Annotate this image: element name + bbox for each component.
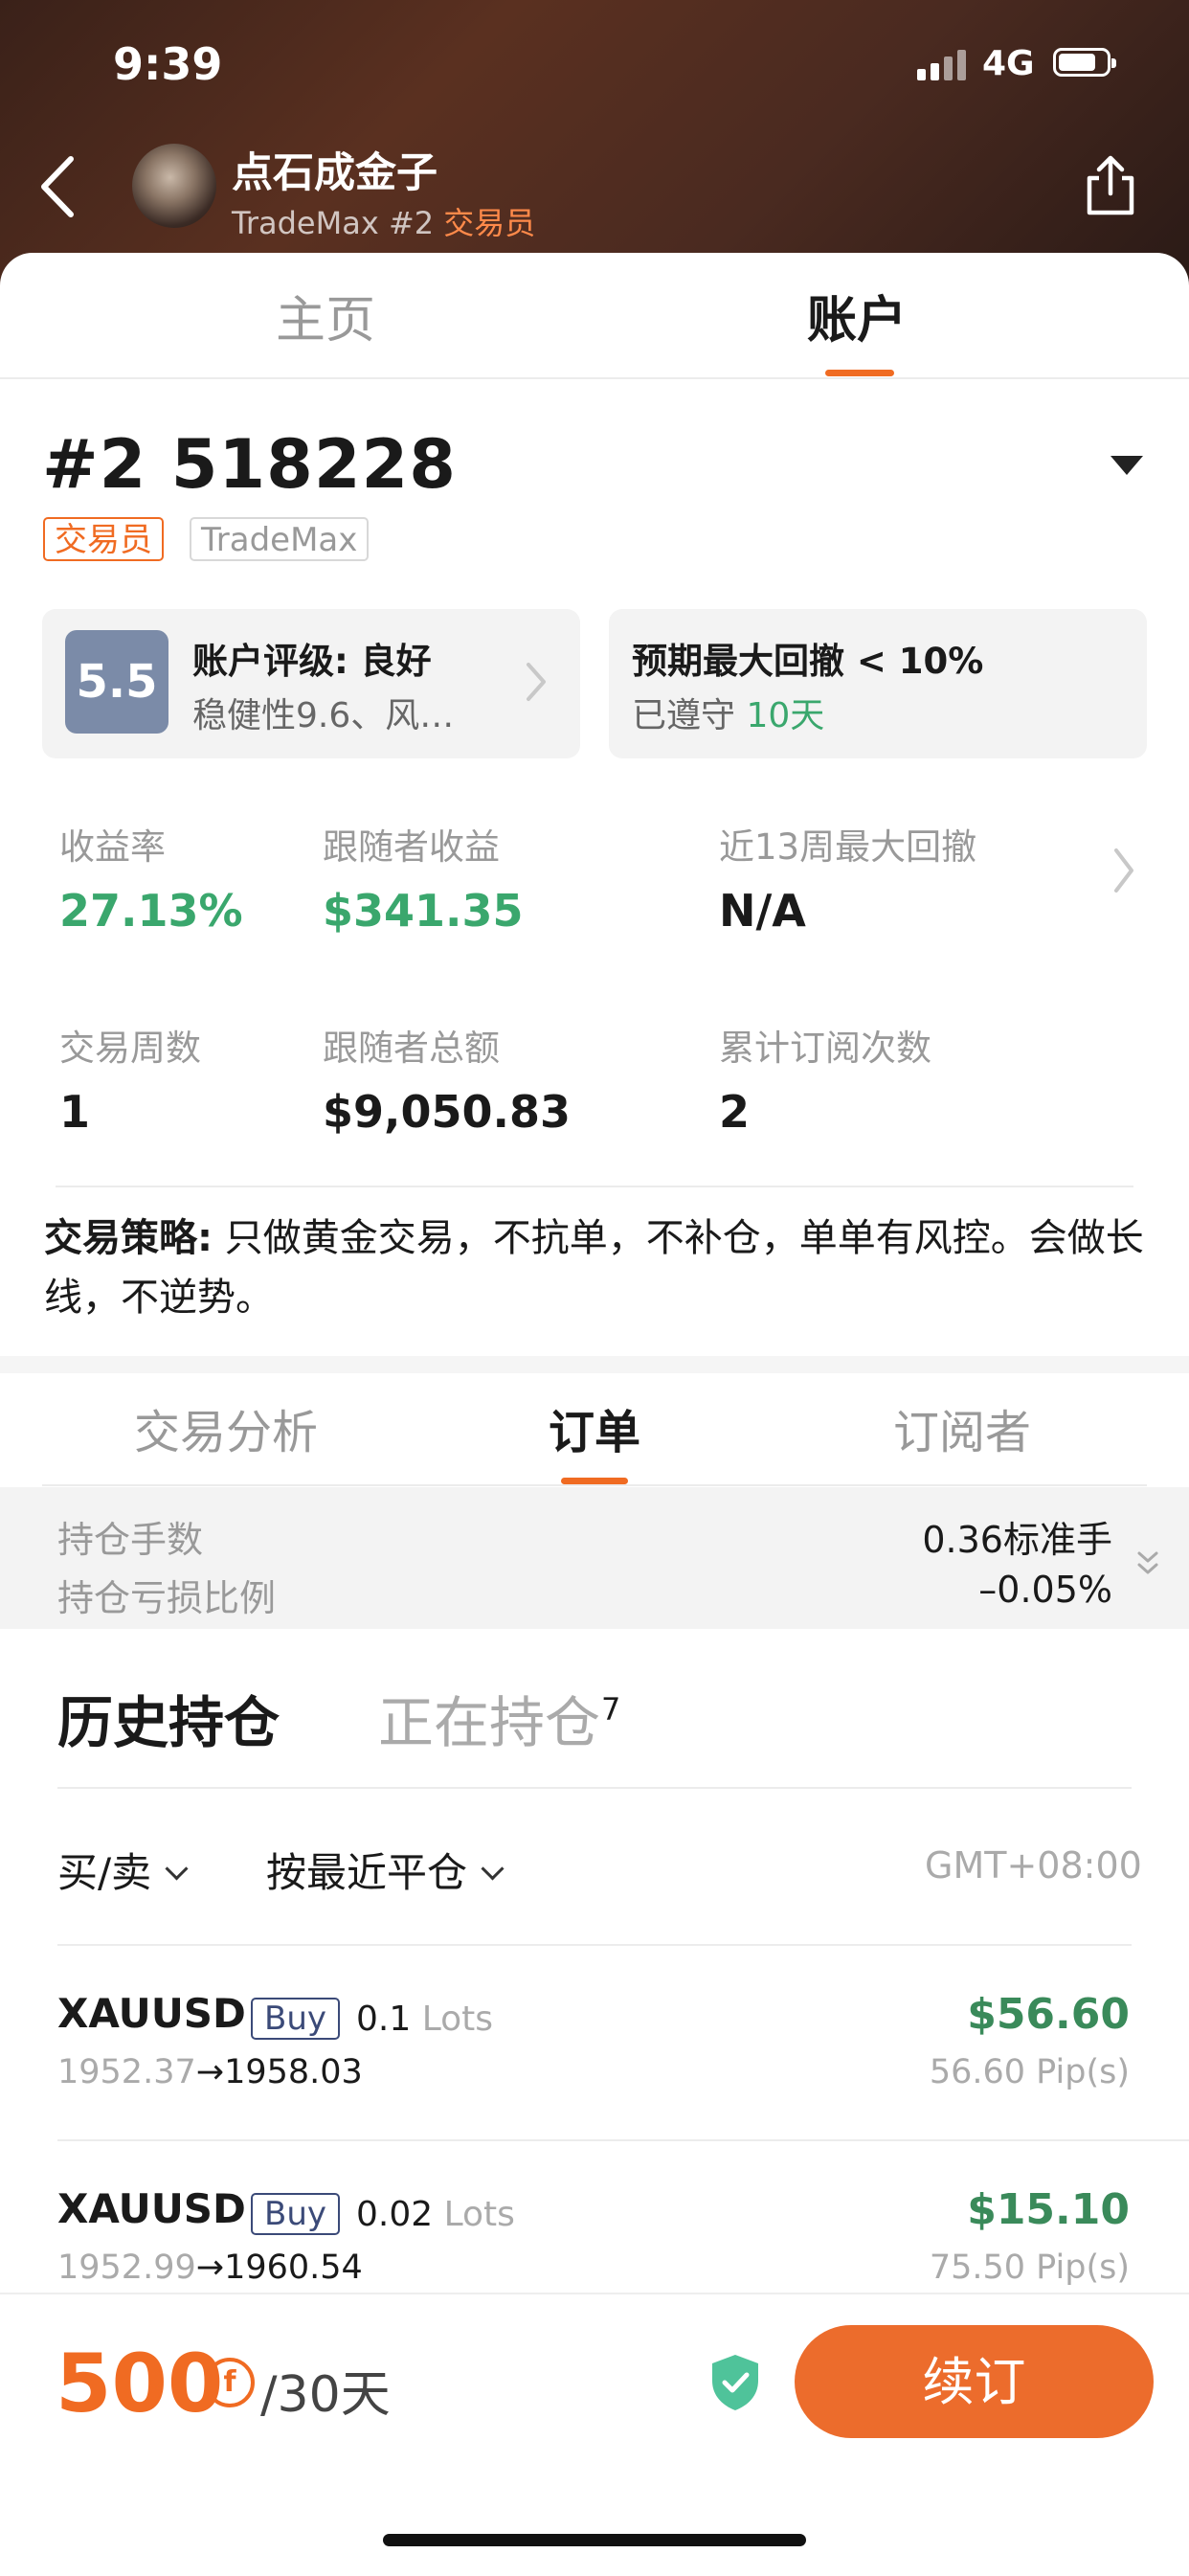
chevron-right-icon[interactable] bbox=[1109, 843, 1137, 898]
tab-trade-analysis[interactable]: 交易分析 bbox=[134, 1394, 318, 1461]
sort-filter-label: 按最近平仓 bbox=[266, 1849, 468, 1896]
trader-subtitle: TradeMax #2 交易员 bbox=[232, 199, 535, 243]
side-filter[interactable]: 买/卖 bbox=[57, 1841, 189, 1899]
platform-badge: TradeMax bbox=[190, 517, 370, 561]
account-id: #2 518228 bbox=[42, 425, 457, 504]
rating-title: 账户评级: 良好 bbox=[192, 641, 432, 682]
order-divider bbox=[57, 2139, 1189, 2141]
chevron-down-icon bbox=[481, 1857, 505, 1881]
drawdown-title: 预期最大回撤 < 10% bbox=[632, 641, 984, 682]
trader-nickname: 点石成金子 bbox=[232, 149, 437, 197]
order-symbol: XAUUSD bbox=[57, 2185, 246, 2232]
arrow-right-icon: → bbox=[195, 2053, 225, 2091]
order-side-tag: Buy bbox=[251, 1998, 340, 2040]
trading-strategy: 交易策略: 只做黄金交易，不抗单，不补仓，单单有风控。会做长线，不逆势。 bbox=[44, 1209, 1145, 1327]
stat-follower-profit-value: $341.35 bbox=[323, 885, 524, 937]
drawdown-card: 预期最大回撤 < 10% 已遵守 10天 bbox=[609, 609, 1147, 758]
strategy-label: 交易策略: bbox=[44, 1216, 213, 1260]
drawdown-compliance: 已遵守 10天 bbox=[632, 688, 824, 737]
stat-weeks-label: 交易周数 bbox=[59, 1028, 201, 1069]
tab-history-positions[interactable]: 历史持仓 bbox=[57, 1678, 280, 1758]
order-lots-value: 0.02 bbox=[356, 2195, 434, 2234]
tab-account[interactable]: 账户 bbox=[807, 280, 907, 351]
side-filter-label: 买/卖 bbox=[57, 1849, 152, 1896]
share-icon[interactable] bbox=[1082, 153, 1139, 218]
tab-subscribers[interactable]: 订阅者 bbox=[893, 1394, 1031, 1461]
order-open-price: 1952.37 bbox=[57, 2053, 196, 2091]
stat-follower-profit-label: 跟随者收益 bbox=[323, 826, 500, 868]
avatar[interactable] bbox=[132, 144, 216, 228]
network-type: 4G bbox=[982, 44, 1035, 83]
platform-account: TradeMax #2 bbox=[232, 205, 435, 241]
role-label: 交易员 bbox=[443, 205, 536, 241]
position-lots-label: 持仓手数 bbox=[57, 1519, 204, 1561]
order-symbol: XAUUSD bbox=[57, 1990, 246, 2037]
shield-check-icon[interactable] bbox=[708, 2352, 762, 2413]
tab-active-indicator bbox=[825, 370, 894, 376]
order-prices: 1952.99→1960.54 bbox=[57, 2248, 363, 2287]
stat-subscriptions-label: 累计订阅次数 bbox=[719, 1028, 931, 1069]
order-lots-value: 0.1 bbox=[356, 2000, 412, 2039]
order-pips: 75.50 Pip(s) bbox=[929, 2248, 1130, 2287]
battery-icon bbox=[1053, 48, 1116, 77]
order-profit: $15.10 bbox=[967, 2185, 1130, 2234]
order-prices: 1952.37→1958.03 bbox=[57, 2053, 363, 2091]
position-pnl-label: 持仓亏损比例 bbox=[57, 1577, 277, 1619]
compliance-prefix: 已遵守 bbox=[632, 696, 736, 735]
compliance-days: 10天 bbox=[746, 696, 825, 735]
trader-badge: 交易员 bbox=[43, 517, 164, 561]
double-chevron-down-icon[interactable] bbox=[1135, 1549, 1160, 1578]
account-dropdown-icon[interactable] bbox=[1110, 456, 1143, 475]
position-pnl-value: –0.05% bbox=[978, 1569, 1112, 1611]
stat-subscriptions-value: 2 bbox=[719, 1086, 751, 1138]
stat-max-drawdown-value: N/A bbox=[719, 885, 806, 937]
tab-open-positions[interactable]: 正在持仓 bbox=[378, 1678, 600, 1758]
history-divider bbox=[57, 1787, 1132, 1789]
stat-return-value: 27.13% bbox=[59, 885, 243, 937]
sub-tabs-divider bbox=[42, 1484, 1147, 1486]
order-close-price: 1960.54 bbox=[224, 2248, 363, 2287]
status-time: 9:39 bbox=[113, 38, 223, 90]
order-lots: 0.02 Lots bbox=[356, 2195, 515, 2234]
chevron-right-icon bbox=[527, 663, 546, 701]
tab-home[interactable]: 主页 bbox=[276, 280, 375, 351]
sub-tab-active-indicator bbox=[561, 1478, 628, 1484]
stat-follower-total-value: $9,050.83 bbox=[323, 1086, 571, 1138]
stat-follower-total-label: 跟随者总额 bbox=[323, 1028, 500, 1069]
signal-strength-icon bbox=[917, 50, 967, 80]
stats-divider bbox=[56, 1186, 1133, 1187]
order-side-tag: Buy bbox=[251, 2193, 340, 2235]
timezone-label: GMT+08:00 bbox=[925, 1844, 1142, 1887]
order-profit: $56.60 bbox=[967, 1990, 1130, 2039]
stat-max-drawdown-label: 近13周最大回撤 bbox=[719, 826, 977, 868]
filter-divider bbox=[57, 1944, 1132, 1946]
order-lots-unit: Lots bbox=[443, 2195, 515, 2234]
order-close-price: 1958.03 bbox=[224, 2053, 363, 2091]
back-arrow-icon[interactable] bbox=[36, 153, 84, 220]
subscription-period: /30天 bbox=[260, 2366, 391, 2424]
order-pips: 56.60 Pip(s) bbox=[929, 2053, 1130, 2091]
home-indicator bbox=[383, 2534, 806, 2546]
account-rating-card[interactable]: 5.5 账户评级: 良好 稳健性9.6、风… bbox=[42, 609, 580, 758]
rating-detail: 稳健性9.6、风… bbox=[192, 696, 455, 735]
section-gap bbox=[0, 1356, 1189, 1373]
renew-button[interactable]: 续订 bbox=[795, 2325, 1154, 2438]
chevron-down-icon bbox=[165, 1857, 189, 1881]
open-positions-count: 7 bbox=[601, 1691, 621, 1728]
order-lots: 0.1 Lots bbox=[356, 2000, 493, 2039]
subscription-price: 500 bbox=[56, 2337, 224, 2430]
rating-score: 5.5 bbox=[65, 630, 168, 734]
coin-icon: f bbox=[205, 2358, 255, 2407]
order-lots-unit: Lots bbox=[421, 2000, 494, 2039]
stat-weeks-value: 1 bbox=[59, 1086, 91, 1138]
order-open-price: 1952.99 bbox=[57, 2248, 196, 2287]
tab-orders[interactable]: 订单 bbox=[549, 1394, 640, 1461]
tabs-divider bbox=[0, 377, 1189, 379]
arrow-right-icon: → bbox=[195, 2248, 225, 2287]
stat-return-label: 收益率 bbox=[59, 826, 166, 868]
sort-filter[interactable]: 按最近平仓 bbox=[266, 1841, 505, 1899]
position-lots-value: 0.36标准手 bbox=[922, 1519, 1112, 1561]
